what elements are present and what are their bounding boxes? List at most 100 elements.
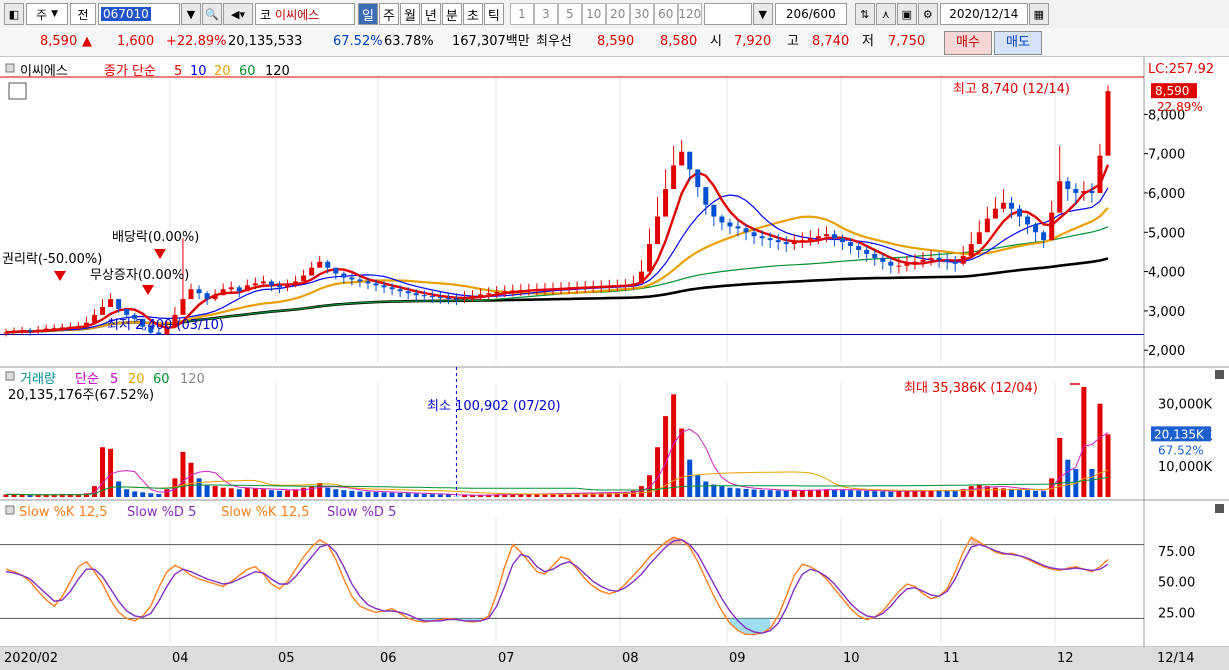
candle-body [309, 267, 315, 276]
interval-custom-input[interactable] [703, 3, 752, 25]
interval-button-5[interactable]: 5 [557, 3, 582, 25]
ask-price: 8,590 [597, 34, 635, 49]
volume-value: 20,135,533 [228, 34, 303, 49]
volume-title: 거래량 [20, 372, 56, 387]
volume-bar [373, 492, 379, 497]
volume-bar [1057, 437, 1063, 497]
search-icon[interactable]: 🔍 [202, 3, 222, 25]
volume-bar [212, 486, 218, 497]
interval-button-60[interactable]: 60 [653, 3, 678, 25]
candle-body [260, 281, 266, 284]
gear-icon[interactable]: ⚙ [917, 3, 938, 25]
window-menu-icon[interactable]: ◧ [4, 3, 24, 25]
candle-body [711, 204, 717, 217]
candle-body [502, 291, 508, 293]
calculator-icon [8, 82, 27, 100]
price-change-pct: +22.89% [166, 34, 227, 49]
interval-button-10[interactable]: 10 [581, 3, 606, 25]
candle-body [1025, 216, 1031, 225]
candle-body [124, 308, 130, 315]
volume-bar [703, 481, 709, 497]
candle-body [100, 306, 106, 315]
date-input[interactable]: 2020/12/14 [939, 3, 1028, 25]
candle-body [896, 265, 902, 267]
save-icon[interactable]: ▣ [896, 3, 917, 25]
date-value: 2020/12/14 [949, 7, 1019, 21]
calendar-icon[interactable]: ▦ [1028, 3, 1049, 25]
period-tab-6[interactable]: 틱 [483, 3, 504, 25]
volume-bar [1097, 403, 1103, 497]
candle-body [655, 216, 661, 245]
prev-label: 전 [77, 7, 89, 22]
candle-body [365, 281, 371, 284]
candle-body [333, 267, 339, 274]
line-tool-icon[interactable]: ⋏ [875, 3, 896, 25]
last-price-pct: 22.89% [1157, 100, 1203, 114]
interval-button-30[interactable]: 30 [629, 3, 654, 25]
candle-body [301, 275, 307, 282]
period-tab-2[interactable]: 월 [399, 3, 420, 25]
volume-bar [1033, 490, 1039, 497]
candle-settings-icon[interactable]: ⇅ [854, 3, 875, 25]
volume-bar [904, 491, 910, 497]
candle-body [558, 288, 564, 290]
candle-body [679, 151, 685, 166]
interval-button-120[interactable]: 120 [677, 3, 702, 25]
code-input[interactable]: 067010 [98, 3, 180, 25]
volume-bar [880, 491, 886, 497]
volume-bar [872, 491, 878, 497]
speaker-icon[interactable]: ◀▾ [223, 3, 253, 25]
chart-area[interactable]: 2,0003,0004,0005,0006,0007,0008,00010,00… [0, 57, 1229, 670]
low-price: 7,750 [888, 34, 926, 49]
candle-body [912, 261, 918, 264]
interval-button-3[interactable]: 3 [533, 3, 558, 25]
period-tab-4[interactable]: 분 [441, 3, 462, 25]
candle-body [373, 283, 379, 286]
candle-body [405, 291, 411, 294]
period-tab-0[interactable]: 일 [358, 3, 378, 25]
volume-bar [252, 488, 258, 497]
prev-button[interactable]: 전 [70, 3, 96, 25]
interval-button-1[interactable]: 1 [509, 3, 534, 25]
sell-button[interactable]: 매도 [994, 31, 1042, 55]
candle-body [11, 331, 17, 333]
candle-body [397, 289, 403, 292]
ma20-label: 20 [214, 64, 231, 79]
volume-bar [638, 486, 644, 497]
period-tab-3[interactable]: 년 [420, 3, 441, 25]
buy-button[interactable]: 매수 [944, 31, 992, 55]
candle-body [1008, 202, 1014, 209]
candle-body [848, 242, 854, 247]
candle-body [614, 285, 620, 287]
candle-body [75, 325, 81, 327]
stoch-tick-label: 75.00 [1158, 545, 1195, 560]
stoch-k-label-2: Slow %K 12,5 [221, 505, 310, 520]
stoch-d-label-1: Slow %D 5 [127, 505, 196, 520]
candle-body [494, 292, 500, 294]
market-label: 주 [36, 7, 48, 22]
candle-body [1097, 155, 1103, 193]
volume-bar [1041, 491, 1047, 497]
volume-bar [421, 493, 427, 497]
period-tab-1[interactable]: 주 [378, 3, 399, 25]
candle-body [1033, 224, 1039, 233]
candle-body [43, 328, 49, 330]
count-box[interactable]: 206/600 [774, 3, 847, 25]
candle-body [35, 329, 41, 332]
candle-body [3, 332, 9, 334]
high-annotation: 최고 8,740 (12/14) [953, 82, 1070, 97]
period-tab-5[interactable]: 초 [462, 3, 483, 25]
candle-body [791, 242, 797, 245]
market-select[interactable]: 주 ▼ [26, 3, 68, 25]
volume-bar [775, 490, 781, 497]
interval-button-20[interactable]: 20 [605, 3, 630, 25]
interval-dropdown-icon[interactable]: ▼ [752, 3, 773, 25]
candle-body [180, 299, 186, 315]
quote-bar: 8,590 ▲ 1,600 +22.89% 20,135,533 67.52% … [0, 28, 1229, 57]
low-label: 저 [862, 34, 874, 49]
candle-body [196, 289, 202, 294]
code-dropdown-icon[interactable]: ▼ [181, 3, 201, 25]
volume-bar [952, 491, 958, 497]
candle-body [27, 330, 33, 332]
stock-name-box[interactable]: 코 이씨에스 [255, 3, 355, 25]
